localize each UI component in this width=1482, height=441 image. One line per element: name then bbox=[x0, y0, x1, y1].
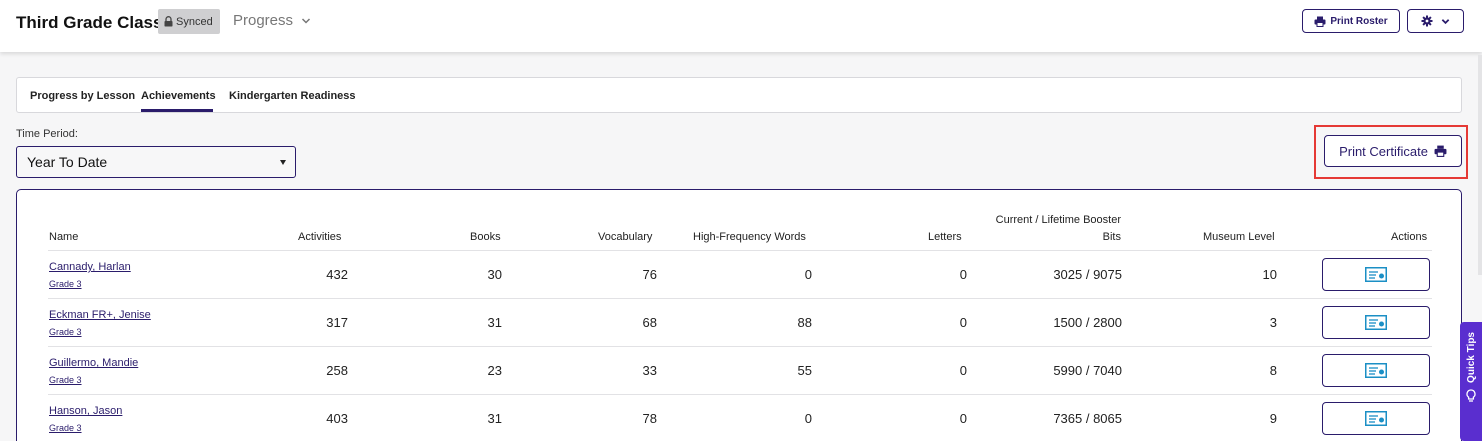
quick-tips-label: Quick Tips bbox=[1465, 332, 1477, 383]
hfw-value: 0 bbox=[804, 267, 812, 282]
chevron-down-icon bbox=[302, 17, 311, 24]
letters-value: 0 bbox=[959, 411, 967, 426]
student-grade-link[interactable]: Grade 3 bbox=[49, 375, 82, 385]
activities-value: 403 bbox=[326, 411, 348, 426]
letters-value: 0 bbox=[959, 363, 967, 378]
header-high-frequency-words: High-Frequency Words bbox=[693, 231, 806, 243]
table-row: Cannady, Harlan Grade 3 432 30 76 0 0 30… bbox=[48, 250, 1432, 298]
active-tab-indicator bbox=[141, 109, 213, 112]
booster-bits-value: 1500 / 2800 bbox=[1053, 315, 1122, 330]
certificate-icon bbox=[1365, 267, 1387, 282]
student-name-link[interactable]: Guillermo, Mandie bbox=[49, 357, 138, 369]
booster-bits-value: 5990 / 7040 bbox=[1053, 363, 1122, 378]
museum-level-value: 8 bbox=[1269, 363, 1277, 378]
header-activities: Activities bbox=[298, 231, 342, 243]
certificate-action-button[interactable] bbox=[1322, 354, 1430, 387]
museum-level-value: 3 bbox=[1269, 315, 1277, 330]
student-name-link[interactable]: Cannady, Harlan bbox=[49, 261, 131, 273]
museum-level-value: 10 bbox=[1262, 267, 1277, 282]
books-value: 30 bbox=[487, 267, 502, 282]
certificate-icon bbox=[1365, 315, 1387, 330]
books-value: 23 bbox=[487, 363, 502, 378]
hfw-value: 0 bbox=[804, 411, 812, 426]
museum-level-value: 9 bbox=[1269, 411, 1277, 426]
letters-value: 0 bbox=[959, 267, 967, 282]
top-header: Third Grade Class Synced Progress Print … bbox=[0, 0, 1482, 52]
tab-bar: Progress by Lesson Achievements Kinderga… bbox=[16, 77, 1462, 113]
student-name-link[interactable]: Eckman FR+, Jenise bbox=[49, 309, 151, 321]
settings-menu-button[interactable] bbox=[1407, 9, 1464, 33]
tab-kindergarten-readiness[interactable]: Kindergarten Readiness bbox=[229, 90, 356, 102]
header-letters: Letters bbox=[928, 231, 962, 243]
chevron-down-icon bbox=[1441, 18, 1450, 24]
student-name-link[interactable]: Hanson, Jason bbox=[49, 405, 122, 417]
header-booster-line2: Bits bbox=[1102, 231, 1121, 243]
header-books: Books bbox=[470, 231, 501, 243]
student-grade-link[interactable]: Grade 3 bbox=[49, 423, 82, 433]
print-roster-label: Print Roster bbox=[1330, 15, 1388, 27]
table-row: Eckman FR+, Jenise Grade 3 317 31 68 88 … bbox=[48, 298, 1432, 346]
achievements-table: Name Activities Books Vocabulary High-Fr… bbox=[16, 189, 1462, 441]
tab-progress-by-lesson[interactable]: Progress by Lesson bbox=[30, 90, 135, 102]
time-period-value: Year To Date bbox=[27, 154, 108, 170]
quick-tips-tab[interactable]: Quick Tips bbox=[1460, 322, 1482, 441]
header-booster-line1: Current / Lifetime Booster bbox=[995, 214, 1121, 226]
header-actions: Actions bbox=[1391, 231, 1428, 243]
booster-bits-value: 7365 / 8065 bbox=[1053, 411, 1122, 426]
gear-icon bbox=[1421, 15, 1433, 27]
progress-menu-label: Progress bbox=[233, 12, 294, 29]
table-row: Hanson, Jason Grade 3 403 31 78 0 0 7365… bbox=[48, 394, 1432, 441]
header-booster-bits: Current / Lifetime Booster Bits bbox=[977, 213, 1121, 244]
progress-menu[interactable]: Progress bbox=[233, 12, 311, 29]
vocabulary-value: 68 bbox=[642, 315, 657, 330]
lightbulb-icon bbox=[1466, 389, 1476, 402]
certificate-action-button[interactable] bbox=[1322, 306, 1430, 339]
activities-value: 258 bbox=[326, 363, 348, 378]
books-value: 31 bbox=[487, 411, 502, 426]
vocabulary-value: 76 bbox=[642, 267, 657, 282]
hfw-value: 88 bbox=[797, 315, 812, 330]
student-grade-link[interactable]: Grade 3 bbox=[49, 279, 82, 289]
time-period-select[interactable]: Year To Date bbox=[16, 146, 296, 178]
books-value: 31 bbox=[487, 315, 502, 330]
activities-value: 317 bbox=[326, 315, 348, 330]
synced-badge: Synced bbox=[158, 9, 220, 34]
table-row: Guillermo, Mandie Grade 3 258 23 33 55 0… bbox=[48, 346, 1432, 394]
hfw-value: 55 bbox=[797, 363, 812, 378]
letters-value: 0 bbox=[959, 315, 967, 330]
class-title: Third Grade Class bbox=[16, 13, 163, 32]
activities-value: 432 bbox=[326, 267, 348, 282]
print-certificate-label: Print Certificate bbox=[1339, 143, 1428, 159]
print-roster-button[interactable]: Print Roster bbox=[1302, 9, 1400, 33]
student-grade-link[interactable]: Grade 3 bbox=[49, 327, 82, 337]
header-vocabulary: Vocabulary bbox=[598, 231, 653, 243]
printer-icon bbox=[1434, 145, 1447, 157]
certificate-action-button[interactable] bbox=[1322, 258, 1430, 291]
scrollbar-track[interactable] bbox=[1478, 55, 1482, 275]
booster-bits-value: 3025 / 9075 bbox=[1053, 267, 1122, 282]
print-certificate-button[interactable]: Print Certificate bbox=[1324, 135, 1462, 167]
certificate-action-button[interactable] bbox=[1322, 402, 1430, 435]
certificate-icon bbox=[1365, 363, 1387, 378]
vocabulary-value: 33 bbox=[642, 363, 657, 378]
printer-icon bbox=[1314, 16, 1326, 27]
caret-down-icon bbox=[280, 160, 286, 165]
synced-label: Synced bbox=[176, 15, 213, 28]
tab-achievements[interactable]: Achievements bbox=[141, 90, 216, 102]
header-museum-level: Museum Level bbox=[1203, 231, 1275, 243]
header-name: Name bbox=[49, 231, 79, 243]
certificate-icon bbox=[1365, 411, 1387, 426]
vocabulary-value: 78 bbox=[642, 411, 657, 426]
lock-icon bbox=[164, 16, 173, 27]
time-period-label: Time Period: bbox=[16, 128, 78, 140]
